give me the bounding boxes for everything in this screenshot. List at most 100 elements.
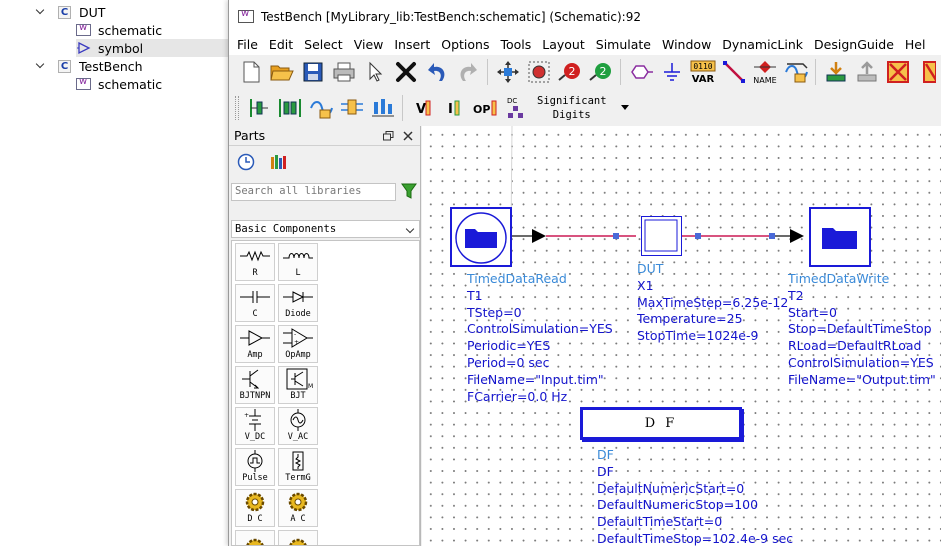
parts-search-input[interactable]: Search all libraries [231,183,396,201]
tune-icon[interactable] [367,93,398,123]
df-block[interactable]: D F [580,407,742,440]
param-line: ControlSimulation=YES [788,354,934,370]
component-capacitor[interactable]: C [235,284,275,322]
menu-edit[interactable]: Edit [267,37,299,52]
var-icon[interactable]: 0110 VAR [687,57,718,87]
svg-text:2: 2 [599,65,606,78]
component-opamp[interactable]: - + OpAmp [278,325,318,363]
menu-tools[interactable]: Tools [498,37,537,52]
move-icon[interactable] [492,57,523,87]
svg-text:-: - [294,331,296,338]
toolbar-grip[interactable] [235,95,239,120]
menu-options[interactable]: Options [439,37,495,52]
component-pulse[interactable]: Pulse [235,448,275,486]
float-panel-icon[interactable] [380,128,396,144]
schematic-canvas[interactable]: D F TimedDataRead T1 TStep=0 ControlSimu… [422,126,941,546]
component-vdc[interactable]: + V_DC [235,407,275,445]
save-icon[interactable] [297,57,328,87]
zoom-in-icon[interactable]: 2 [554,57,585,87]
cell-icon: C [58,59,71,73]
wire-icon[interactable] [718,57,749,87]
timed-data-write-annotation: TimedDataWrite T2 Start=0 Stop=DefaultTi… [788,271,936,389]
toolbar-separator [620,59,621,85]
component-dc-sim[interactable]: D C [235,489,275,527]
filter-icon[interactable] [401,183,417,202]
redo-icon[interactable] [452,57,483,87]
name-icon[interactable]: NAME [749,57,780,87]
menu-simulate[interactable]: Simulate [594,37,657,52]
menu-layout[interactable]: Layout [540,37,591,52]
history-icon[interactable] [237,153,255,174]
library-icon[interactable] [269,153,287,174]
ground-icon[interactable] [656,57,687,87]
menu-dynamiclink[interactable]: DynamicLink [720,37,809,52]
component-bjt[interactable]: M BJT [278,366,318,404]
push-into-icon[interactable] [820,57,851,87]
tree-cell-testbench[interactable]: C TestBench [36,57,143,75]
menu-view[interactable]: View [352,37,390,52]
menu-file[interactable]: File [235,37,264,52]
component-bjtnpn[interactable]: BJTNPN [235,366,275,404]
component-sim[interactable] [235,530,275,545]
timed-data-read-annotation: TimedDataRead T1 TStep=0 ControlSimulati… [467,271,613,405]
deactivate-icon[interactable] [882,57,913,87]
param-line: TStep=0 [467,304,522,320]
tree-view-dut-schematic[interactable]: schematic [76,21,162,39]
dc-annotation-icon[interactable]: DC [500,93,531,123]
component-diode[interactable]: Diode [278,284,318,322]
chevron-down-icon[interactable] [620,105,629,110]
chevron-down-icon[interactable] [36,61,46,71]
component-vac[interactable]: V_AC [278,407,318,445]
tree-cell-dut[interactable]: C DUT [36,3,105,21]
pop-out-icon[interactable] [851,57,882,87]
dut-annotation: DUT X1 MaxTimeStep=6.25e-12 Temperature=… [637,261,788,345]
op-annotation-icon[interactable]: OP [469,93,500,123]
app-icon [238,8,254,23]
component-ac-sim[interactable]: A C [278,489,318,527]
instance-name: T1 [467,287,483,303]
close-icon[interactable] [400,128,416,144]
library-select[interactable]: Basic Components [231,220,420,238]
menu-window[interactable]: Window [660,37,717,52]
delete-icon[interactable] [390,57,421,87]
menu-designguide[interactable]: DesignGuide [812,37,900,52]
print-icon[interactable] [328,57,359,87]
param-line: StopTime=1024e-9 [637,328,759,344]
param-line: FileName="Output.tim" [788,371,936,387]
dut-block[interactable] [641,216,682,256]
chevron-down-icon[interactable] [36,7,46,17]
component-type: TimedDataWrite [788,271,890,286]
timed-data-read-block[interactable] [450,207,512,267]
component-sim[interactable] [278,530,318,545]
select-pointer-icon[interactable] [359,57,390,87]
svg-text:V: V [416,102,426,117]
component-amp[interactable]: Amp [235,325,275,363]
sweep-icon[interactable] [305,93,336,123]
zoom-out-icon[interactable]: 2 [585,57,616,87]
component-inductor[interactable]: L [278,243,318,281]
new-icon[interactable] [235,57,266,87]
bus-icon[interactable] [336,93,367,123]
tree-view-dut-symbol[interactable]: symbol [76,39,228,57]
significant-digits-dropdown[interactable]: Significant Digits [537,94,607,122]
open-folder-icon[interactable] [266,57,297,87]
component-termg[interactable]: TermG [278,448,318,486]
svg-text:+: + [244,412,249,419]
menu-select[interactable]: Select [302,37,349,52]
current-annotation-icon[interactable]: I [438,93,469,123]
align-left-icon[interactable] [243,93,274,123]
simulate-icon[interactable] [780,57,811,87]
pulse-source-icon [240,449,270,473]
menu-insert[interactable]: Insert [392,37,436,52]
component-resistor[interactable]: R [235,243,275,281]
undo-icon[interactable] [421,57,452,87]
port-icon[interactable] [625,57,656,87]
voltage-annotation-icon[interactable]: V [407,93,438,123]
align-center-icon[interactable] [274,93,305,123]
zoom-fit-icon[interactable] [523,57,554,87]
timed-data-write-block[interactable] [809,207,871,267]
param-line: ControlSimulation=YES [467,321,613,337]
deactivate-short-icon[interactable] [913,57,941,87]
menu-help[interactable]: Hel [903,37,932,52]
tree-view-testbench-schematic[interactable]: schematic [76,75,162,93]
